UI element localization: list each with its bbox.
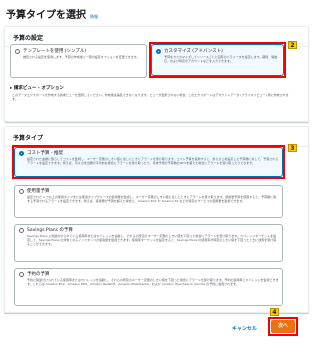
billing-view-expander[interactable]: ▸ 請求ビュー - オプション [10,85,64,91]
template-option-desc: 推奨される設定を使用します。予算の作成後に一部の設定オプションを変更できます。 [23,55,140,59]
template-option-title: テンプレートを使用 (シンプル) [23,49,87,54]
cost-budget-title: コスト予算 - 推奨 [27,151,63,156]
callout-3: 3 [288,144,297,152]
savings-plans-budget-tile[interactable]: Savings Plans の予算 Savings Plans に関連付けられて… [14,224,283,262]
usage-budget-radio[interactable] [19,189,24,194]
cost-budget-desc: 設定された金額に照らしてコストを監視し、ユーザー定義のしきい値に達したときにアラ… [27,157,279,165]
info-link[interactable]: 情報 [90,14,98,19]
custom-option-title: カスタマイズ (アドバンスト) [164,49,223,54]
custom-option-radio[interactable] [156,49,161,54]
custom-option-desc: 予算をカスタマイズしてリソースごとに固有のパラメータを設定します。期間、開始日、… [164,55,278,63]
callout-2: 2 [288,41,297,49]
savings-plans-budget-desc: Savings Plans に関連付けられている使用率またはカバレッジを追跡し、… [27,234,277,246]
cancel-button[interactable]: キャンセル [232,325,257,332]
reservation-budget-tile[interactable]: 予約の予算 予約に関連付けられている使用率またはカバレッジを追跡し、それらの所定… [14,268,283,306]
usage-budget-title: 使用量予算 [27,189,50,194]
cost-budget-radio[interactable] [19,151,24,156]
budget-types-header: 予算タイプ [5,127,308,147]
billing-view-desc: このデータエクスポートを作成する請求ビューを選択してください。作成後は編集できな… [12,93,289,101]
template-option-tile[interactable]: テンプレートを使用 (シンプル) 推奨される設定を使用します。予算の作成後に一部… [10,44,147,78]
page-title: 予算タイプを選択 情報 [6,6,98,21]
callout-4: 4 [270,308,279,316]
page-title-text: 予算タイプを選択 [6,10,86,21]
reservation-budget-desc: 予約に関連付けられている使用率またはカバレッジを追跡し、それらの所定のユーザー定… [27,278,279,286]
custom-option-tile[interactable]: カスタマイズ (アドバンスト) 予算をカスタマイズしてリソースごとに固有のパラメ… [151,44,284,76]
reservation-budget-title: 予約の予算 [27,272,50,277]
usage-budget-tile[interactable]: 使用量予算 設定された 1 つ以上の使用タイプまたは使用タイプグループの使用量を… [14,185,283,218]
reservation-budget-radio[interactable] [19,272,24,277]
next-button[interactable]: 次へ [271,320,295,333]
savings-plans-budget-title: Savings Plans の予算 [27,228,73,233]
savings-plans-budget-radio[interactable] [19,228,24,233]
usage-budget-desc: 設定された 1 つ以上の使用タイプまたは使用タイプグループの使用量を監視し、ユー… [27,195,277,203]
template-option-radio[interactable] [15,49,20,54]
cost-budget-tile[interactable]: コスト予算 - 推奨 設定された金額に照らしてコストを監視し、ユーザー定義のしき… [14,147,283,177]
